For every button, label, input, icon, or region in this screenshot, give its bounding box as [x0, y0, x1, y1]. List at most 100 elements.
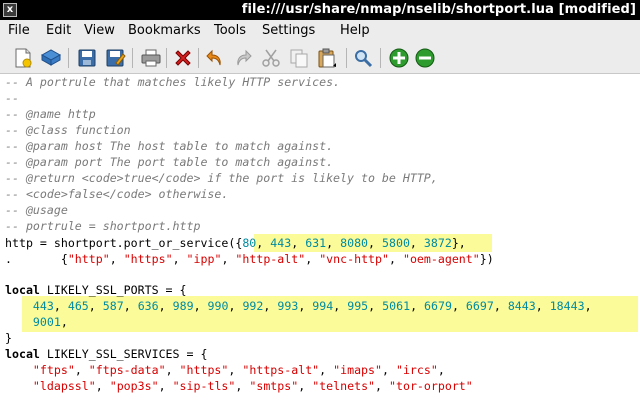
paste-button[interactable] [316, 47, 338, 69]
port-number: 443 [270, 236, 292, 250]
code-punct: , [451, 299, 466, 313]
port-number: 994 [312, 299, 334, 313]
service-string: "pop3s" [109, 379, 159, 393]
code-comment-line: -- @return <code>true</code> if the port… [5, 171, 438, 185]
code-punct: , [193, 299, 208, 313]
close-icon [175, 50, 191, 66]
code-comment-line: -- @param port The port table to match a… [5, 155, 334, 169]
paste-icon [318, 48, 336, 68]
service-string: "smtps" [249, 379, 299, 393]
port-number: 5800 [382, 236, 410, 250]
code-punct: , [88, 299, 103, 313]
undo-icon [206, 49, 221, 66]
toolbar-separator [68, 48, 69, 68]
code-punct: , [319, 363, 334, 377]
code-punct: , [493, 299, 508, 313]
code-text: . { [5, 252, 68, 266]
menu-settings[interactable]: Settings [262, 23, 315, 38]
service-string: "telnets" [312, 379, 376, 393]
zoom-out-button[interactable] [414, 47, 436, 69]
service-string: "tor-orport" [389, 379, 473, 393]
open-document-button[interactable] [40, 47, 62, 69]
code-punct: , [60, 315, 68, 329]
menu-edit[interactable]: Edit [46, 23, 71, 38]
code-punct: , [305, 252, 320, 266]
code-punct: , [172, 252, 187, 266]
code-punct: , [228, 299, 243, 313]
code-punct: , [584, 299, 592, 313]
code-punct: , [298, 299, 313, 313]
zoom-in-button[interactable] [388, 47, 410, 69]
code-punct: , [256, 236, 271, 250]
code-punct: , [74, 363, 89, 377]
code-line-http-ports: http = shortport.port_or_service({80, 44… [5, 235, 466, 251]
window-titlebar[interactable]: x file:///usr/share/nmap/nselib/shortpor… [0, 0, 640, 20]
cut-icon [262, 49, 280, 67]
menu-help[interactable]: Help [340, 23, 370, 38]
code-punct: , [291, 236, 306, 250]
port-number: 443 [32, 299, 54, 313]
code-punct: , [368, 299, 383, 313]
code-line-http-services: . {"http", "https", "ipp", "http-alt", "… [5, 251, 494, 267]
cut-button[interactable] [260, 47, 282, 69]
menu-bookmarks[interactable]: Bookmarks [128, 23, 201, 38]
service-string: "https" [123, 252, 173, 266]
code-punct: , [409, 236, 424, 250]
code-editor[interactable]: -- A portrule that matches likely HTTP s… [0, 74, 640, 416]
port-number: 6697 [465, 299, 494, 313]
service-string: "ftps-data" [88, 363, 166, 377]
service-string: "ircs" [395, 363, 438, 377]
code-punct: , [298, 379, 313, 393]
port-number: 989 [172, 299, 194, 313]
toolbar-separator [166, 48, 167, 68]
close-document-button[interactable] [172, 47, 194, 69]
new-document-button[interactable] [12, 47, 34, 69]
copy-button[interactable] [288, 47, 310, 69]
service-string: "https" [179, 363, 229, 377]
undo-button[interactable] [204, 47, 226, 69]
service-string: "http-alt" [235, 252, 306, 266]
menu-tools[interactable]: Tools [214, 23, 246, 38]
redo-button[interactable] [232, 47, 254, 69]
menu-view[interactable]: View [84, 23, 115, 38]
menu-file[interactable]: File [8, 23, 30, 38]
code-punct: , [53, 299, 68, 313]
code-punct: , [382, 363, 396, 377]
code-punct: , [535, 299, 550, 313]
print-button[interactable] [140, 47, 162, 69]
code-line-ssl-services-2: "ldapssl", "pop3s", "sip-tls", "smtps", … [5, 378, 473, 394]
port-number: 631 [305, 236, 327, 250]
window-close-icon[interactable]: x [3, 3, 17, 17]
print-icon [141, 49, 161, 67]
port-number: 995 [347, 299, 369, 313]
code-punct: , [123, 299, 138, 313]
save-as-button[interactable] [104, 47, 126, 69]
port-number: 636 [137, 299, 159, 313]
find-button[interactable] [352, 47, 374, 69]
toolbar-separator [132, 48, 133, 68]
code-comment-line: -- [5, 91, 19, 105]
service-string: "ipp" [186, 252, 222, 266]
zoom-out-icon [415, 48, 435, 68]
code-punct: , [158, 379, 173, 393]
save-button[interactable] [76, 47, 98, 69]
code-comment-line: -- @param host The host table to match a… [5, 139, 334, 153]
code-punct: , [333, 299, 348, 313]
ssl-services-decl-text: LIKELY_SSL_SERVICES = { [39, 347, 208, 361]
code-punct: }, [451, 236, 466, 250]
keyword-local: local [5, 347, 40, 361]
service-string: "ftps" [32, 363, 75, 377]
code-punct: }) [479, 252, 494, 266]
code-line-ssl-ports-2: 9001, [5, 314, 68, 330]
code-punct: , [437, 363, 445, 377]
code-line-ssl-ports-1: 443, 465, 587, 636, 989, 990, 992, 993, … [5, 298, 592, 314]
port-number: 80 [242, 236, 257, 250]
code-comment-line: -- <code>false</code> otherwise. [5, 187, 229, 201]
port-number: 992 [242, 299, 264, 313]
service-string: "http" [67, 252, 110, 266]
code-punct: , [263, 299, 278, 313]
port-number: 8443 [507, 299, 536, 313]
